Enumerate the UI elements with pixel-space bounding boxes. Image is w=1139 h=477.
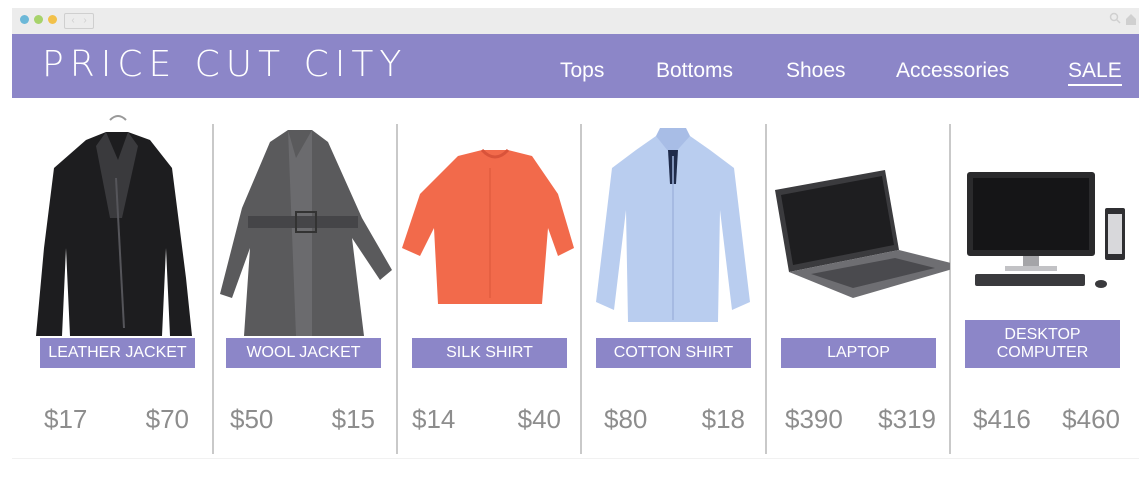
price-original: $17 [44, 404, 88, 434]
forward-arrow-icon[interactable]: › [79, 14, 91, 28]
product-card-desktop-computer[interactable]: DESKTOP COMPUTER $416 $460 [951, 98, 1134, 458]
product-card-cotton-shirt[interactable]: COTTON SHIRT $80 $18 [582, 98, 765, 458]
window-close-button[interactable] [20, 15, 29, 24]
window-maximize-button[interactable] [48, 15, 57, 24]
price-sale: $18 [701, 404, 745, 434]
bottom-divider [12, 458, 1139, 459]
product-card-laptop[interactable]: LAPTOP $390 $319 [767, 98, 950, 458]
search-icon[interactable] [1109, 12, 1121, 24]
site-header: PRICE CUT CITY Tops Bottoms Shoes Access… [12, 34, 1139, 98]
silk-shirt-image[interactable] [398, 98, 581, 338]
wool-jacket-image[interactable] [212, 98, 395, 338]
cotton-shirt-image[interactable] [582, 98, 765, 338]
nav-shoes[interactable]: Shoes [786, 59, 846, 83]
desktop-computer-image[interactable] [951, 98, 1134, 338]
price-sale: $460 [1062, 404, 1120, 434]
price-sale: $15 [331, 404, 375, 434]
nav-tops[interactable]: Tops [560, 59, 604, 83]
price-original: $80 [604, 404, 648, 434]
product-card-silk-shirt[interactable]: SILK SHIRT $14 $40 [398, 98, 581, 458]
nav-accessories[interactable]: Accessories [896, 59, 1009, 83]
price-sale: $319 [878, 404, 936, 434]
browser-nav-buttons[interactable]: ‹ › [64, 13, 94, 29]
window-minimize-button[interactable] [34, 15, 43, 24]
nav-sale[interactable]: SALE [1068, 59, 1122, 86]
price-original: $50 [230, 404, 274, 434]
product-label[interactable]: WOOL JACKET [226, 338, 381, 368]
price-sale: $40 [517, 404, 561, 434]
site-logo[interactable]: PRICE CUT CITY [42, 44, 407, 85]
price-original: $416 [973, 404, 1031, 434]
home-icon[interactable] [1125, 12, 1137, 26]
price-original: $14 [412, 404, 456, 434]
product-label[interactable]: LEATHER JACKET [40, 338, 195, 368]
browser-toolbar: ‹ › [12, 8, 1139, 34]
product-label[interactable]: COTTON SHIRT [596, 338, 751, 368]
leather-jacket-image[interactable] [26, 98, 209, 338]
product-card-leather-jacket[interactable]: LEATHER JACKET $17 $70 [26, 98, 209, 458]
price-original: $390 [785, 404, 843, 434]
nav-bottoms[interactable]: Bottoms [656, 59, 733, 83]
product-card-wool-jacket[interactable]: WOOL JACKET $50 $15 [212, 98, 395, 458]
back-arrow-icon[interactable]: ‹ [67, 14, 79, 28]
product-label[interactable]: SILK SHIRT [412, 338, 567, 368]
laptop-image[interactable] [767, 98, 950, 338]
product-label[interactable]: DESKTOP COMPUTER [965, 320, 1120, 368]
product-label[interactable]: LAPTOP [781, 338, 936, 368]
price-sale: $70 [145, 404, 189, 434]
